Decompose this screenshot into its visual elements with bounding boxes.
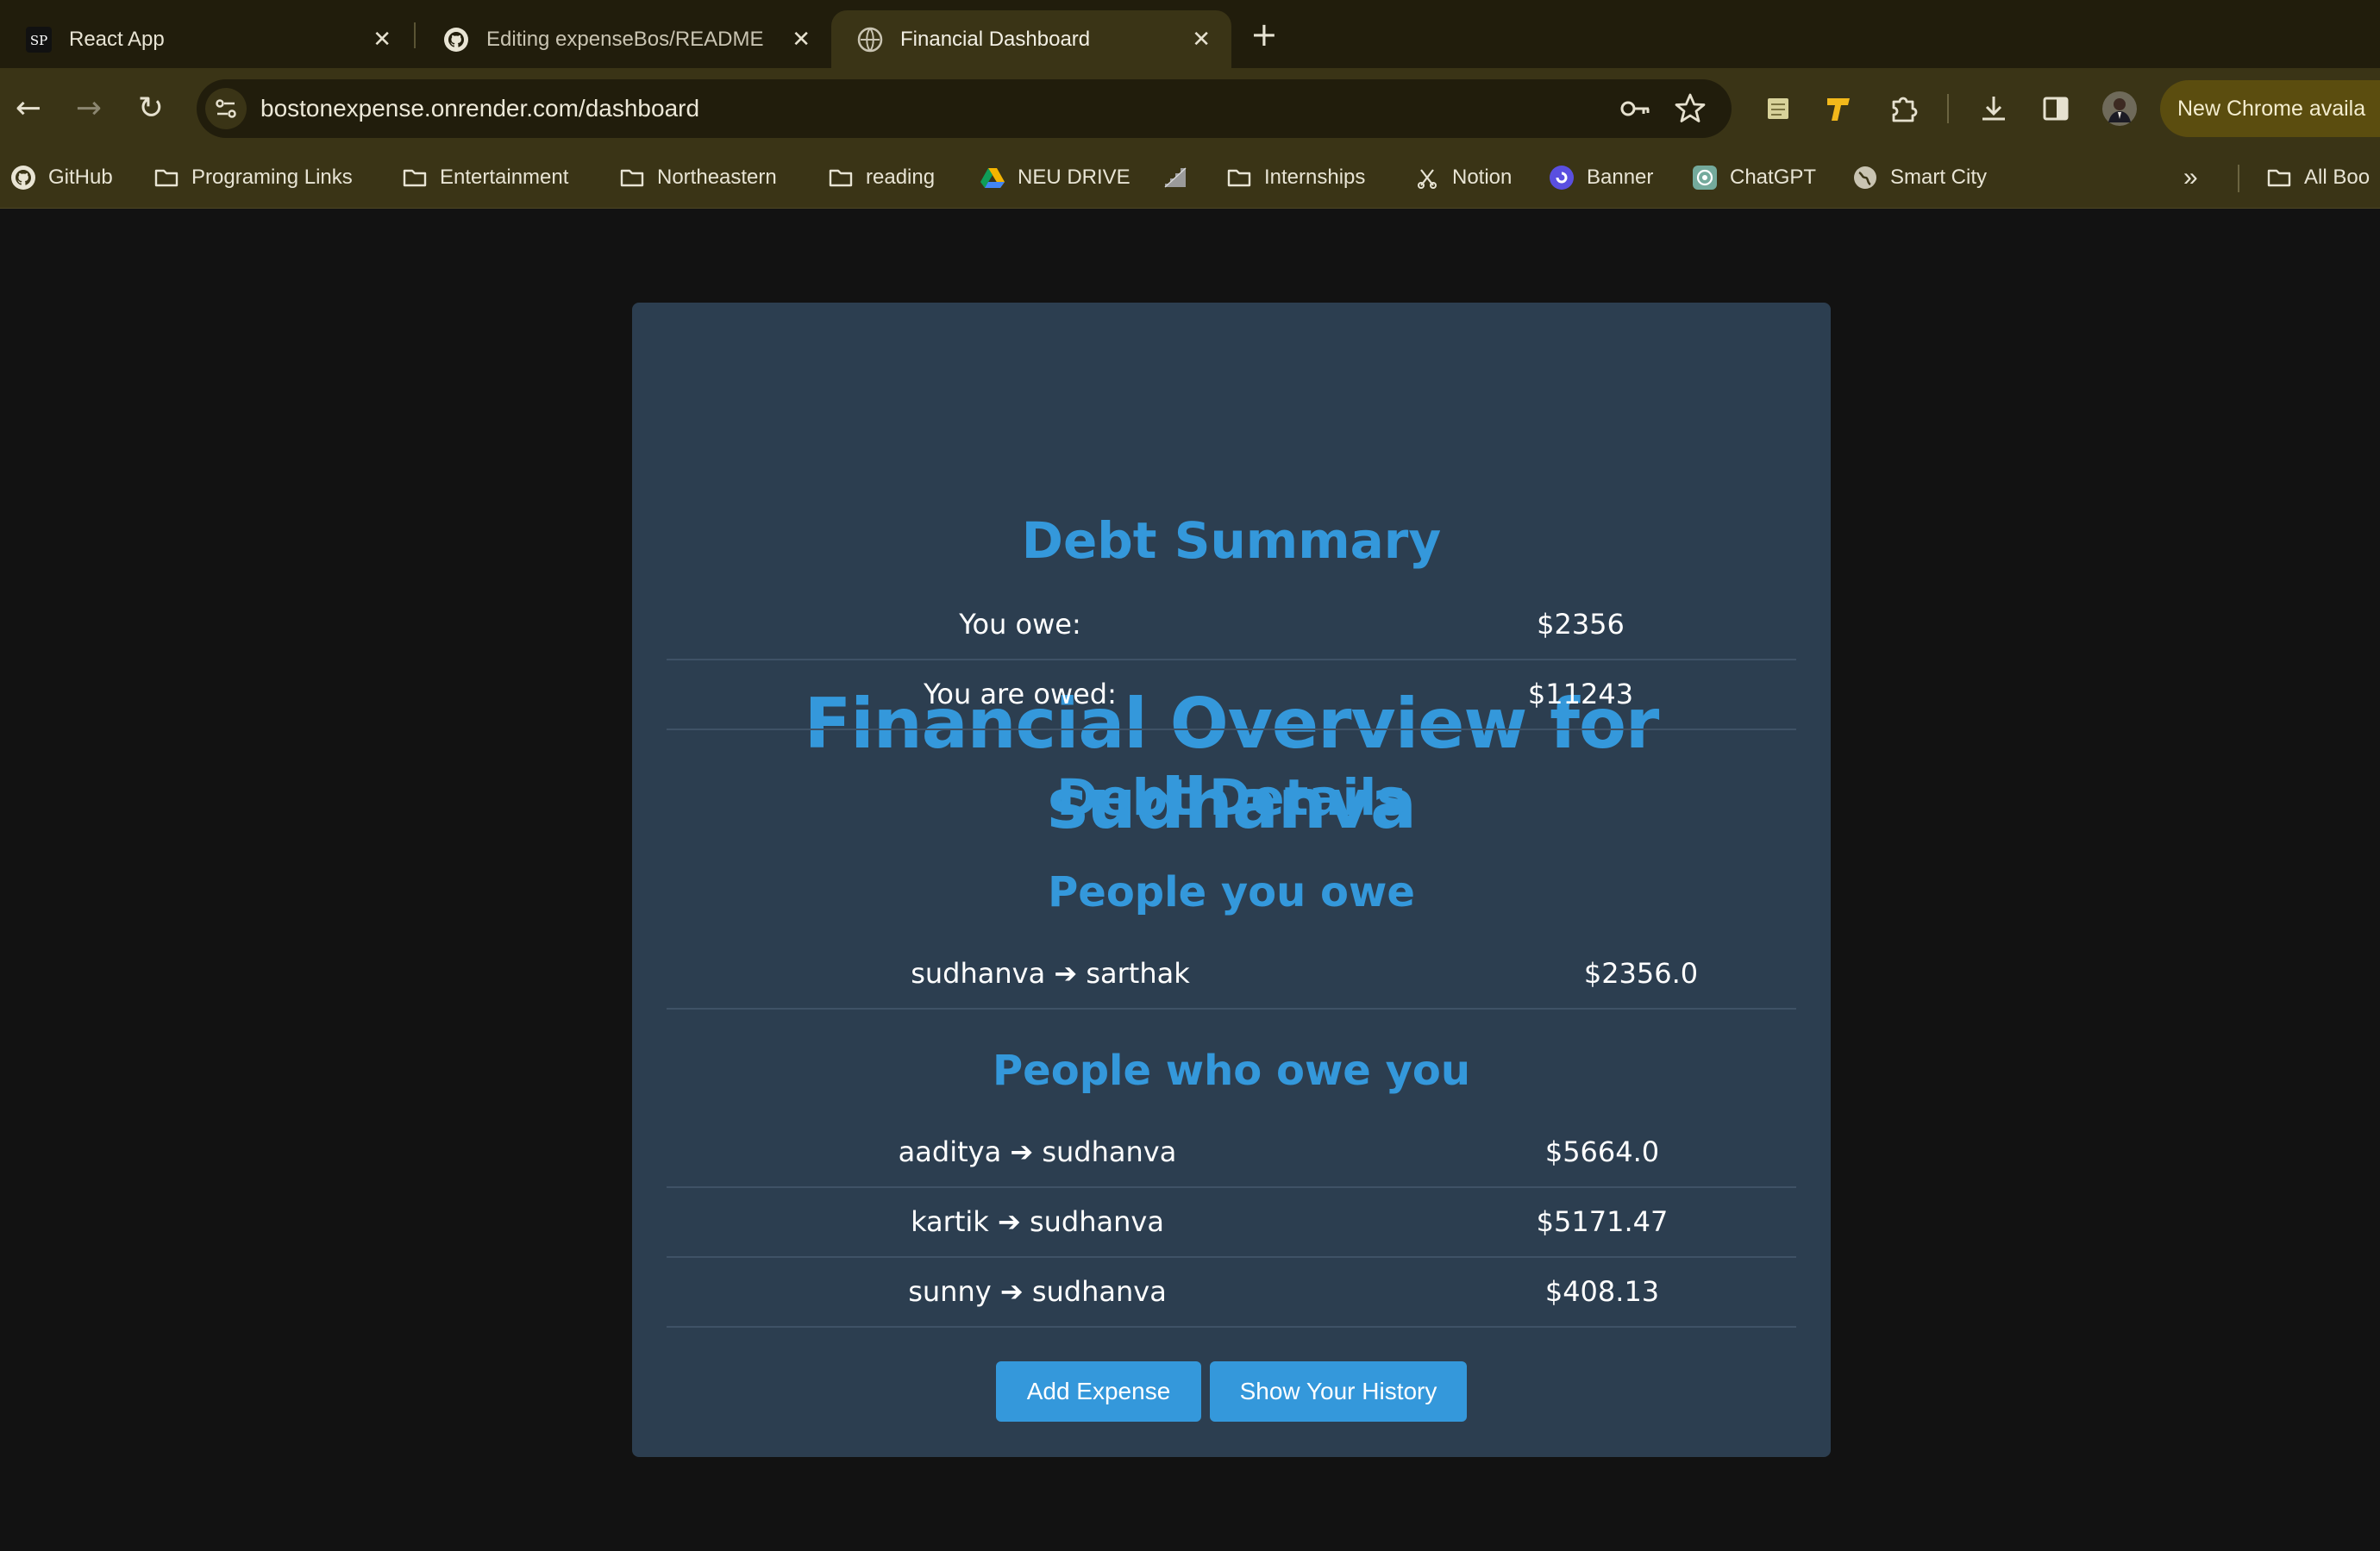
add-expense-button[interactable]: Add Expense <box>996 1361 1201 1422</box>
bookmark-github[interactable]: GitHub <box>10 149 113 206</box>
bookmark-star-icon[interactable] <box>1673 91 1707 126</box>
banner-icon <box>1550 166 1574 190</box>
bookmark-banner[interactable]: Banner <box>1549 149 1653 206</box>
bookmark-folder-programing-links[interactable]: Programing Links <box>153 149 353 206</box>
owe-row: sudhanva ➔ sarthak $2356.0 <box>667 939 1796 1010</box>
forward-arrow-icon[interactable]: → <box>67 87 110 130</box>
summary-row-you-are-owed: You are owed: $11243 <box>667 660 1796 730</box>
tab-strip: SP React App ✕ Editing expenseBos/README… <box>0 0 2380 68</box>
address-bar[interactable]: bostonexpense.onrender.com/dashboard <box>197 79 1732 138</box>
globe-icon <box>1854 166 1876 189</box>
summary-value: $2356 <box>1537 608 1625 641</box>
key-icon[interactable] <box>1618 91 1652 126</box>
notion-icon <box>1418 169 1437 189</box>
bookmark-label: Banner <box>1587 166 1654 189</box>
bookmark-label: Entertainment <box>440 166 569 189</box>
debt-details-heading: Debt Details <box>1056 768 1406 827</box>
bookmark-folder-entertainment[interactable]: Entertainment <box>402 149 568 206</box>
download-icon[interactable] <box>1976 91 2011 126</box>
extensions-puzzle-icon[interactable] <box>1887 91 1921 126</box>
close-tab-icon[interactable]: ✕ <box>1192 26 1211 53</box>
summary-row-you-owe: You owe: $2356 <box>667 590 1796 660</box>
folder-icon <box>154 169 178 187</box>
summary-label: You are owed: <box>924 678 1117 710</box>
bookmark-label: Northeastern <box>657 166 777 189</box>
bookmark-label: Smart City <box>1890 166 1988 189</box>
react-app-favicon: SP <box>26 26 52 53</box>
bookmarks-bar: GitHub Programing Links Entertainment No… <box>0 149 2380 209</box>
site-settings-icon[interactable] <box>205 88 247 129</box>
tab-react-app[interactable]: SP React App ✕ <box>0 10 412 68</box>
folder-icon <box>403 169 427 187</box>
show-history-button[interactable]: Show Your History <box>1210 1361 1467 1422</box>
tab-title: Financial Dashboard <box>900 27 1091 51</box>
debt-amount: $5664.0 <box>1544 1135 1660 1168</box>
debt-amount: $5171.47 <box>1536 1205 1669 1238</box>
summary-value: $11243 <box>1527 678 1634 710</box>
debt-pair-label: sunny ➔ sudhanva <box>908 1275 1167 1308</box>
bookmark-label: NEU DRIVE <box>1018 166 1130 189</box>
folder-icon <box>2267 169 2291 187</box>
back-arrow-icon[interactable]: ← <box>7 87 50 130</box>
tab-financial-dashboard[interactable]: Financial Dashboard ✕ <box>831 10 1231 68</box>
tab-title: Editing expenseBos/README <box>486 27 764 51</box>
bookmarks-divider <box>2238 165 2239 192</box>
people-you-owe-heading: People you owe <box>1048 868 1415 916</box>
folder-icon <box>829 169 853 187</box>
folder-icon <box>620 169 644 187</box>
debt-pair-label: sudhanva ➔ sarthak <box>911 957 1190 990</box>
profile-avatar[interactable] <box>2101 90 2139 128</box>
more-bookmarks-chevron-icon[interactable]: » <box>2183 149 2198 206</box>
debt-pair-label: aaditya ➔ sudhanva <box>898 1135 1177 1168</box>
chatgpt-icon <box>1693 166 1717 190</box>
close-tab-icon[interactable]: ✕ <box>792 26 811 53</box>
bookmark-label: reading <box>866 166 936 189</box>
chrome-update-button[interactable]: New Chrome availa <box>2160 80 2380 137</box>
github-icon <box>444 27 468 52</box>
owed-row: aaditya ➔ sudhanva $5664.0 <box>667 1117 1796 1188</box>
new-tab-button[interactable]: + <box>1250 16 1278 53</box>
reload-icon[interactable]: ↻ <box>129 87 172 130</box>
bookmark-label: GitHub <box>48 166 113 189</box>
extension-notes-icon[interactable] <box>1761 91 1795 126</box>
stairs-icon <box>1164 167 1187 188</box>
summary-label: You owe: <box>959 608 1081 641</box>
bookmark-folder-northeastern[interactable]: Northeastern <box>619 149 777 206</box>
extension-t-icon[interactable] <box>1821 91 1856 126</box>
browser-toolbar: ← → ↻ bostonexpense.onrender.com/dashboa… <box>0 68 2380 149</box>
bookmark-folder-reading[interactable]: reading <box>828 149 935 206</box>
github-icon <box>11 166 35 190</box>
bookmark-label: All Boo <box>2304 166 2371 189</box>
tab-divider <box>414 22 416 48</box>
bookmark-label: Programing Links <box>191 166 353 189</box>
tab-github-readme[interactable]: Editing expenseBos/README ✕ <box>417 10 831 68</box>
debt-amount: $408.13 <box>1544 1275 1660 1308</box>
bookmark-label: ChatGPT <box>1730 166 1817 189</box>
bookmark-label: Notion <box>1452 166 1513 189</box>
debt-amount: $2356.0 <box>1583 957 1699 990</box>
debt-summary-heading: Debt Summary <box>1021 511 1442 570</box>
side-panel-icon[interactable] <box>2039 91 2073 126</box>
debt-pair-label: kartik ➔ sudhanva <box>911 1205 1164 1238</box>
owed-row: kartik ➔ sudhanva $5171.47 <box>667 1187 1796 1258</box>
all-bookmarks-folder[interactable]: All Boo <box>2266 149 2370 206</box>
bookmark-stairs[interactable] <box>1162 149 1200 206</box>
bookmark-folder-internships[interactable]: Internships <box>1226 149 1365 206</box>
bookmark-chatgpt[interactable]: ChatGPT <box>1692 149 1816 206</box>
tab-title: React App <box>69 27 165 51</box>
people-who-owe-you-heading: People who owe you <box>992 1047 1470 1095</box>
globe-icon <box>857 27 883 52</box>
svg-text:SP: SP <box>30 33 47 48</box>
toolbar-divider <box>1947 94 1949 123</box>
google-drive-icon <box>980 168 1005 188</box>
folder-icon <box>1227 169 1251 187</box>
owed-row: sunny ➔ sudhanva $408.13 <box>667 1257 1796 1328</box>
bookmark-notion[interactable]: Notion <box>1414 149 1512 206</box>
bookmark-smart-city[interactable]: Smart City <box>1852 149 1987 206</box>
bookmark-neu-drive[interactable]: NEU DRIVE <box>980 149 1130 206</box>
financial-overview-card: Financial Overview for sudhanva Debt Sum… <box>632 303 1831 1457</box>
url-text: bostonexpense.onrender.com/dashboard <box>260 95 700 122</box>
close-tab-icon[interactable]: ✕ <box>373 26 391 53</box>
bookmark-label: Internships <box>1264 166 1366 189</box>
